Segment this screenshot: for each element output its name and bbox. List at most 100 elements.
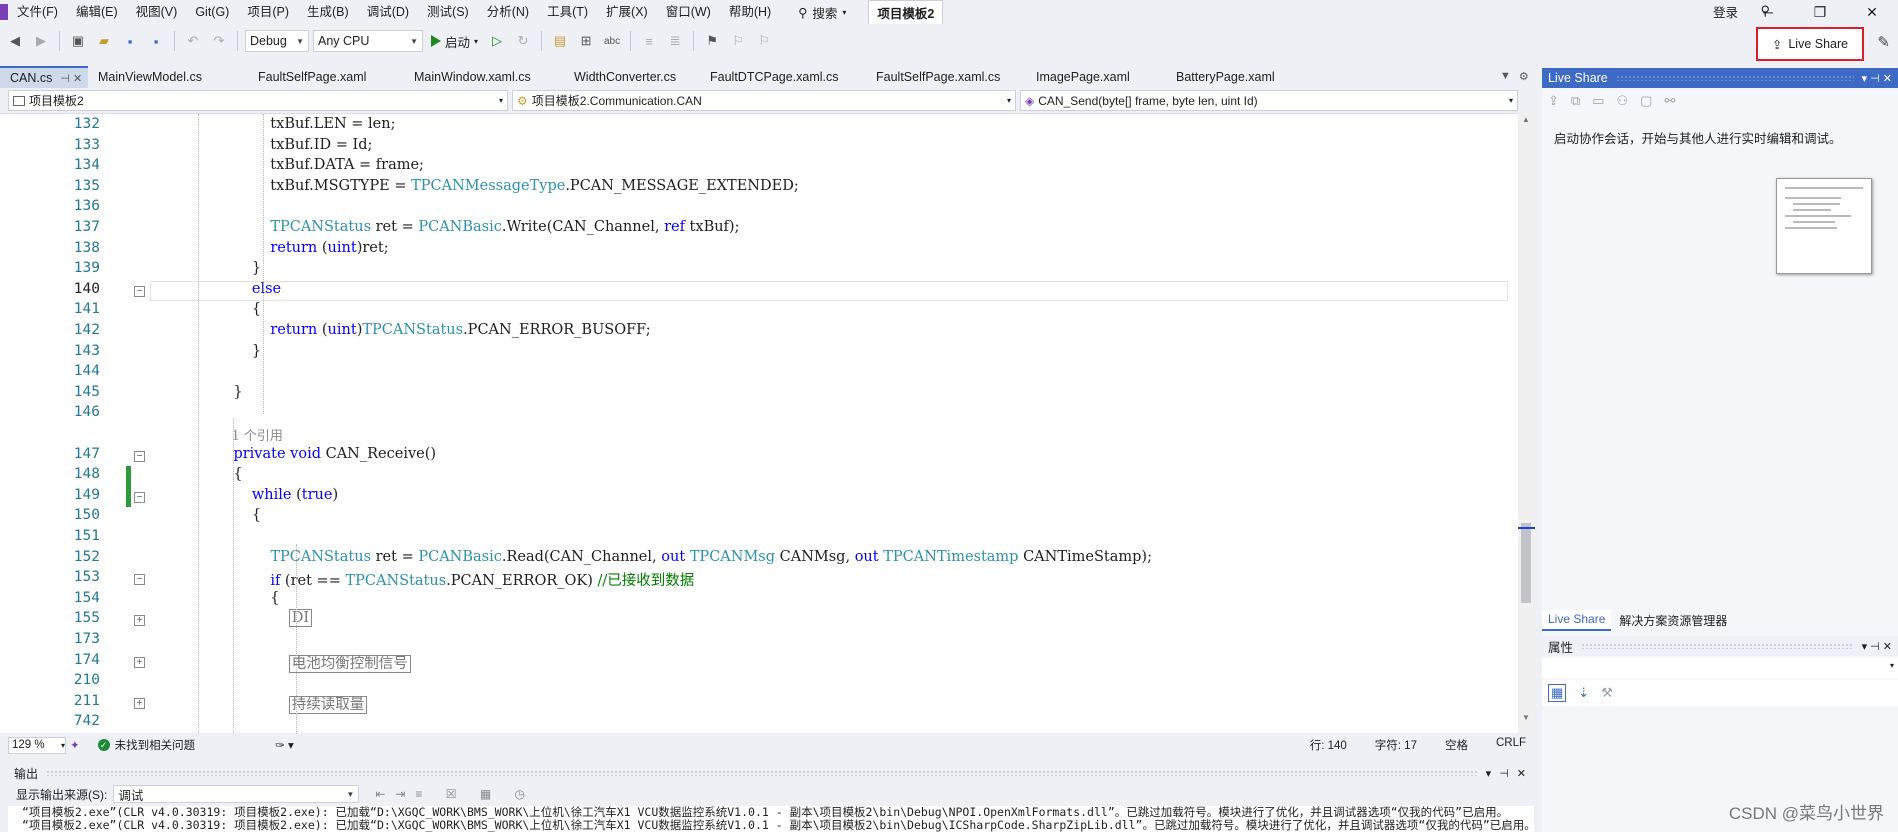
fold-toggle-icon[interactable]: + xyxy=(134,697,145,709)
tab-pin-close-icon[interactable]: ⊣ ✕ xyxy=(60,72,82,85)
save-all-icon[interactable]: ▪ xyxy=(145,30,167,52)
code-editor[interactable]: 132 txBuf.LEN = len; 133 txBuf.ID = Id; 13… xyxy=(0,113,1518,734)
link-icon[interactable]: ⚯ xyxy=(1664,93,1675,109)
zoom-select[interactable]: 129 % ▾ xyxy=(8,736,66,754)
properties-object-select[interactable]: ▾ xyxy=(1542,658,1898,678)
menu-item[interactable]: 扩展(X) xyxy=(597,0,657,24)
categorized-icon[interactable]: ▦ xyxy=(1548,684,1567,702)
tab-mainwindow-xaml-cs[interactable]: MainWindow.xaml.cs xyxy=(404,66,564,88)
intellicode-icon[interactable]: ✦ xyxy=(70,738,80,752)
comment-icon[interactable]: ≡ xyxy=(638,30,660,52)
fold-toggle-icon[interactable]: + xyxy=(134,656,145,668)
minimize-icon[interactable]: ─ xyxy=(1742,0,1794,24)
menu-item[interactable]: 工具(T) xyxy=(538,0,597,24)
line-number: 151 xyxy=(73,528,100,544)
menu-item[interactable]: 视图(V) xyxy=(127,0,187,24)
code-line: { xyxy=(215,466,243,483)
close-icon[interactable]: ✕ xyxy=(1846,0,1898,24)
bookmark-icon[interactable]: ⚑ xyxy=(701,30,723,52)
fold-toggle-icon[interactable]: − xyxy=(134,285,145,297)
line-number: 155 xyxy=(73,610,100,627)
member-dropdown[interactable]: ◈ CAN_Send(byte[] frame, byte len, uint I… xyxy=(1020,90,1518,111)
fold-toggle-icon[interactable]: − xyxy=(134,574,145,586)
forward-icon[interactable]: ▶ xyxy=(30,30,52,52)
tab-live-share[interactable]: Live Share xyxy=(1542,610,1612,631)
tab-batterypage-xaml[interactable]: BatteryPage.xaml xyxy=(1166,66,1296,88)
output-text[interactable]: “项目模板2.exe”(CLR v4.0.30319: 项目模板2.exe): … xyxy=(8,806,1534,832)
scroll-thumb[interactable] xyxy=(1521,523,1531,603)
hot-reload-icon[interactable]: ↻ xyxy=(512,30,534,52)
code-cleanup-icon[interactable]: ✑ ▾ xyxy=(275,738,294,752)
tab-can-cs[interactable]: CAN.cs ⊣ ✕ xyxy=(0,66,88,88)
code-lens-references[interactable]: 1 个引用 xyxy=(215,425,283,444)
sign-in-link[interactable]: 登录 xyxy=(1713,2,1738,21)
menu-item[interactable]: 生成(B) xyxy=(298,0,358,24)
start-debug-button[interactable]: 启动 ▾ xyxy=(427,32,482,51)
fold-toggle-icon[interactable]: − xyxy=(134,450,145,462)
spell-check-icon[interactable]: abc xyxy=(601,30,623,52)
menu-item[interactable]: 帮助(H) xyxy=(720,0,780,24)
live-share-button[interactable]: ⇪ Live Share xyxy=(1756,27,1864,61)
properties-panel: 属性 ▾ ⊣ ✕ ▾ ▦ ⇣ ⚒ xyxy=(1542,636,1898,706)
undo-icon[interactable]: ↶ xyxy=(182,30,204,52)
live-share-description: 启动协作会话，开始与其他人进行实时编辑和调试。 xyxy=(1554,132,1842,146)
share-icon[interactable]: ⇪ xyxy=(1548,93,1559,109)
tab-overflow-icon[interactable]: ▼ xyxy=(1500,70,1511,83)
prev-bookmark-icon[interactable]: ⚐ xyxy=(727,30,749,52)
next-bookmark-icon[interactable]: ⚐ xyxy=(753,30,775,52)
menu-item[interactable]: 编辑(E) xyxy=(67,0,127,24)
fold-toggle-icon[interactable]: − xyxy=(134,491,145,503)
menu-item[interactable]: 分析(N) xyxy=(478,0,538,24)
uncomment-icon[interactable]: ≣ xyxy=(664,30,686,52)
tab-imagepage-xaml[interactable]: ImagePage.xaml xyxy=(1026,66,1166,88)
vertical-scrollbar[interactable]: ▲ ▼ xyxy=(1518,113,1535,733)
back-icon[interactable]: ◀ xyxy=(4,30,26,52)
search-button[interactable]: ⚲ 搜索 ▾ xyxy=(788,3,856,22)
tab-faultselfpage-xaml[interactable]: FaultSelfPage.xaml xyxy=(248,66,404,88)
panel-controls[interactable]: ▾ ⊣ ✕ xyxy=(1862,72,1892,85)
eol-indicator[interactable]: CRLF xyxy=(1496,737,1526,753)
menu-item[interactable]: 窗口(W) xyxy=(657,0,720,24)
platform-select[interactable]: Any CPU ▼ xyxy=(313,30,423,52)
class-dropdown[interactable]: ⚙ 项目模板2.Communication.CAN ▾ xyxy=(512,90,1016,111)
menu-item[interactable]: 调试(D) xyxy=(358,0,418,24)
tab-faultselfpage-xaml-cs[interactable]: FaultSelfPage.xaml.cs xyxy=(866,66,1026,88)
participants-icon[interactable]: ⚇ xyxy=(1617,93,1629,109)
tab-solution-explorer[interactable]: 解决方案资源管理器 xyxy=(1613,610,1733,631)
line-number: 143 xyxy=(73,342,100,359)
maximize-icon[interactable]: ❐ xyxy=(1794,0,1846,24)
issues-indicator[interactable]: ✓ 未找到相关问题 xyxy=(97,737,195,753)
tab-mainviewmodel-cs[interactable]: MainViewModel.cs xyxy=(88,66,248,88)
panel-controls[interactable]: ▾ ⊣ ✕ xyxy=(1862,640,1892,653)
tab-widthconverter-cs[interactable]: WidthConverter.cs xyxy=(564,66,700,88)
redo-icon[interactable]: ↷ xyxy=(208,30,230,52)
output-controls[interactable]: ▾⊣✕ xyxy=(1486,767,1534,780)
menu-item[interactable]: 文件(F) xyxy=(8,0,67,24)
chat-icon[interactable]: ▢ xyxy=(1640,93,1652,109)
menu-item[interactable]: 测试(S) xyxy=(418,0,478,24)
copy-link-icon[interactable]: ⧉ xyxy=(1571,93,1580,109)
fold-toggle-icon[interactable]: + xyxy=(134,615,145,627)
line-number: 148 xyxy=(73,466,100,483)
start-without-debug-icon[interactable]: ▷ xyxy=(486,30,508,52)
open-folder-icon[interactable]: ▰ xyxy=(93,30,115,52)
vs-logo-icon[interactable] xyxy=(0,4,8,20)
new-project-icon[interactable]: ▣ xyxy=(67,30,89,52)
output-tool-icons[interactable]: ⇤⇥≡ ☒ ▦ ◷ xyxy=(375,787,535,801)
tab-faultdtcpage-xaml-cs[interactable]: FaultDTCPage.xaml.cs xyxy=(700,66,866,88)
property-pages-icon[interactable]: ⚒ xyxy=(1601,685,1613,701)
alphabetical-icon[interactable]: ⇣ xyxy=(1578,685,1589,701)
tab-label: MainWindow.xaml.cs xyxy=(414,70,531,84)
feedback-icon[interactable]: ✎ xyxy=(1877,33,1890,51)
solution-explorer-icon[interactable]: ▤ xyxy=(549,30,571,52)
settings-icon[interactable]: ⚙ xyxy=(1519,70,1529,83)
menu-item[interactable]: Git(G) xyxy=(186,0,238,24)
configuration-select[interactable]: Debug ▼ xyxy=(245,30,309,52)
browse-icon[interactable]: ⊞ xyxy=(575,30,597,52)
menu-item[interactable]: 项目(P) xyxy=(238,0,298,24)
output-source-select[interactable]: 调试 ▼ xyxy=(113,785,360,803)
whitespace-indicator[interactable]: 空格 xyxy=(1445,737,1468,753)
terminal-icon[interactable]: ▭ xyxy=(1592,93,1604,109)
save-icon[interactable]: ▪ xyxy=(119,30,141,52)
project-dropdown[interactable]: 项目模板2 ▾ xyxy=(8,90,508,111)
